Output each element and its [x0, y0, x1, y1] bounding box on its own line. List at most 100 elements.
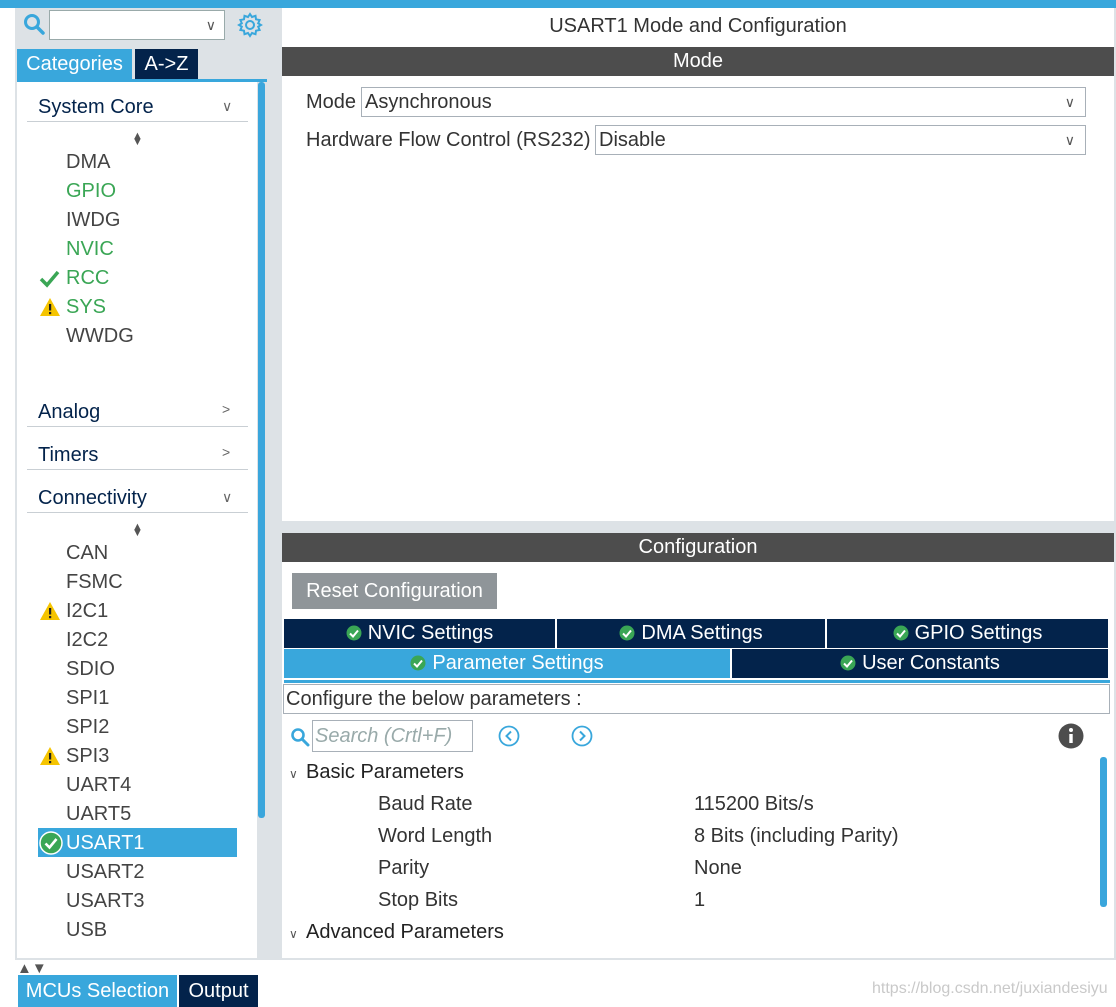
- tree-item-usart3[interactable]: USART3: [66, 888, 145, 914]
- check-circle-icon: [39, 831, 63, 855]
- tab-dma-settings-label: DMA Settings: [641, 622, 763, 644]
- checkmark-icon: [39, 270, 60, 288]
- chevron-down-icon[interactable]: ∨: [222, 489, 232, 506]
- divider: [27, 426, 248, 427]
- parameters-description: Configure the below parameters :: [283, 684, 1110, 714]
- tab-dma-settings[interactable]: DMA Settings: [557, 619, 825, 648]
- search-icon: [291, 728, 310, 747]
- chevron-down-icon: ∨: [1064, 132, 1075, 148]
- tree-item-gpio[interactable]: GPIO: [66, 178, 116, 204]
- sort-icon[interactable]: ▲ ▼: [132, 522, 143, 539]
- tree-item-usart2[interactable]: USART2: [66, 859, 145, 885]
- param-name: Baud Rate: [378, 793, 473, 815]
- watermark: https://blog.csdn.net/juxiandesiyu: [872, 980, 1108, 997]
- tree-item-uart4[interactable]: UART4: [66, 772, 131, 798]
- tree-item-spi3[interactable]: SPI3: [66, 743, 109, 769]
- tree-item-fsmc[interactable]: FSMC: [66, 569, 123, 595]
- page-title: USART1 Mode and Configuration: [549, 15, 847, 37]
- chevron-down-icon: ∨: [1064, 94, 1075, 110]
- parameter-list-scrollbar[interactable]: [1100, 757, 1107, 907]
- warning-icon: [40, 298, 60, 316]
- check-circle-icon: [840, 655, 856, 671]
- top-accent-strip: [0, 0, 1116, 8]
- mode-select[interactable]: Asynchronous ∨: [361, 87, 1086, 117]
- component-search-combo[interactable]: ∨: [49, 10, 225, 40]
- tree-item-sdio[interactable]: SDIO: [66, 656, 115, 682]
- chevron-down-icon: ∨: [205, 17, 216, 33]
- divider: [27, 469, 248, 470]
- param-name: Word Length: [378, 825, 493, 847]
- tree-item-can[interactable]: CAN: [66, 540, 108, 566]
- flow-control-value: Disable: [599, 129, 666, 151]
- tree-item-wwdg[interactable]: WWDG: [66, 323, 134, 349]
- warning-icon: [40, 747, 60, 765]
- warning-icon: [40, 602, 60, 620]
- mode-select-value: Asynchronous: [365, 91, 492, 113]
- tab-gpio-settings[interactable]: GPIO Settings: [827, 619, 1108, 648]
- previous-result-icon[interactable]: [498, 725, 520, 747]
- flow-control-select[interactable]: Disable ∨: [595, 125, 1086, 155]
- tab-nvic-settings[interactable]: NVIC Settings: [284, 619, 555, 648]
- chevron-down-icon[interactable]: ∨: [222, 98, 232, 115]
- category-timers[interactable]: Timers: [38, 444, 98, 467]
- tab-nvic-settings-label: NVIC Settings: [367, 622, 494, 644]
- tab-mcus-selection[interactable]: MCUs Selection: [18, 975, 177, 1007]
- mode-label: Mode: [306, 91, 357, 113]
- category-analog[interactable]: Analog: [38, 401, 100, 424]
- tree-item-rcc[interactable]: RCC: [66, 265, 109, 291]
- tree-item-uart5[interactable]: UART5: [66, 801, 131, 827]
- mode-header: Mode: [282, 47, 1114, 76]
- info-icon[interactable]: [1058, 723, 1084, 749]
- check-circle-icon: [619, 625, 635, 641]
- param-value[interactable]: 1: [694, 889, 705, 912]
- mode-pane: [282, 8, 1114, 521]
- parameter-search-input[interactable]: Search (Crtl+F): [312, 720, 473, 752]
- param-name: Parity: [378, 857, 430, 879]
- tree-item-spi2[interactable]: SPI2: [66, 714, 109, 740]
- tab-a-z[interactable]: A->Z: [135, 49, 198, 79]
- divider: [27, 121, 248, 122]
- category-tree-scrollbar[interactable]: [258, 82, 265, 818]
- search-icon[interactable]: [23, 13, 45, 35]
- gear-icon[interactable]: [237, 12, 263, 38]
- group-basic-parameters[interactable]: Basic Parameters: [306, 761, 464, 784]
- param-value[interactable]: 115200 Bits/s: [694, 793, 814, 816]
- tree-item-usart1[interactable]: USART1: [66, 830, 145, 856]
- reset-configuration-button[interactable]: Reset Configuration: [292, 573, 497, 609]
- sort-icon[interactable]: ▲ ▼: [132, 131, 143, 148]
- tab-parameter-settings-label: Parameter Settings: [432, 652, 604, 674]
- tab-underline: [284, 680, 1110, 683]
- param-value[interactable]: 8 Bits (including Parity): [694, 825, 899, 848]
- tab-user-constants[interactable]: User Constants: [732, 649, 1108, 678]
- category-connectivity[interactable]: Connectivity: [38, 487, 147, 510]
- param-value[interactable]: None: [694, 857, 742, 880]
- chevron-down-icon[interactable]: ∨: [289, 927, 298, 941]
- tree-item-iwdg[interactable]: IWDG: [66, 207, 120, 233]
- category-tree: [17, 82, 257, 958]
- tree-item-spi1[interactable]: SPI1: [66, 685, 109, 711]
- tree-item-nvic[interactable]: NVIC: [66, 236, 114, 262]
- tree-item-usb[interactable]: USB: [66, 917, 107, 943]
- chevron-right-icon[interactable]: >: [222, 444, 230, 460]
- next-result-icon[interactable]: [571, 725, 593, 747]
- chevron-right-icon[interactable]: >: [222, 401, 230, 417]
- divider: [27, 512, 248, 513]
- configuration-header: Configuration: [282, 533, 1114, 562]
- check-circle-icon: [893, 625, 909, 641]
- tree-item-i2c2[interactable]: I2C2: [66, 627, 108, 653]
- tree-item-dma[interactable]: DMA: [66, 149, 110, 175]
- group-advanced-parameters[interactable]: Advanced Parameters: [306, 921, 504, 944]
- tree-item-i2c1[interactable]: I2C1: [66, 598, 108, 624]
- tree-item-sys[interactable]: SYS: [66, 294, 106, 320]
- tab-gpio-settings-label: GPIO Settings: [914, 622, 1043, 644]
- check-circle-icon: [346, 625, 362, 641]
- tab-categories[interactable]: Categories: [17, 49, 132, 79]
- tab-user-constants-label: User Constants: [862, 652, 1000, 674]
- tab-parameter-settings[interactable]: Parameter Settings: [284, 649, 730, 678]
- tab-output[interactable]: Output: [179, 975, 258, 1007]
- category-system-core[interactable]: System Core: [38, 96, 154, 119]
- param-name: Stop Bits: [378, 889, 459, 911]
- check-circle-icon: [410, 655, 426, 671]
- flow-control-label: Hardware Flow Control (RS232): [306, 129, 591, 151]
- chevron-down-icon[interactable]: ∨: [289, 767, 298, 781]
